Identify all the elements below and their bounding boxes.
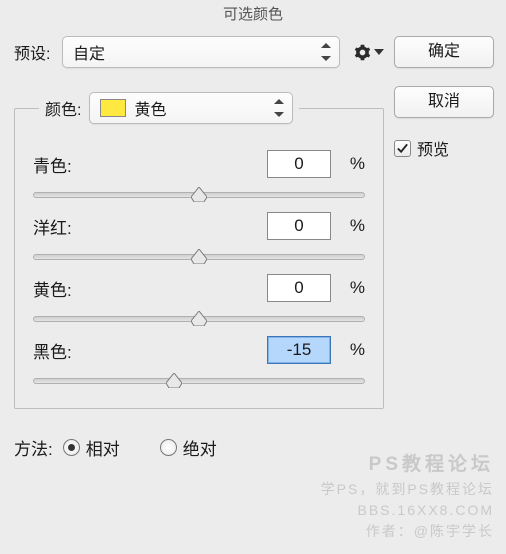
watermark: PS教程论坛 学PS，就到PS教程论坛 BBS.16XX8.COM 作者：@陈宇… [321,451,494,543]
color-swatch [100,99,126,117]
cyan-slider[interactable] [33,188,365,202]
black-input[interactable]: -15 [267,336,331,364]
method-label: 方法: [14,435,53,460]
yellow-label: 黄色: [33,276,97,301]
radio-off-icon [160,439,177,456]
colors-label: 颜色: [45,96,81,120]
slider-magenta: 洋红: 0 % [33,212,365,264]
preset-label: 预设: [14,40,62,64]
cyan-label: 青色: [33,152,97,177]
colors-group: 颜色: 黄色 青色: 0 % 洋红 [14,92,384,409]
method-relative-label: 相对 [86,435,120,460]
radio-on-icon [63,439,80,456]
triangle-down-icon [374,49,384,55]
yellow-slider[interactable] [33,312,365,326]
black-slider[interactable] [33,374,365,388]
chevrons-icon [321,41,331,63]
ok-button[interactable]: 确定 [394,36,494,68]
yellow-input[interactable]: 0 [267,274,331,302]
preset-menu-button[interactable] [354,44,384,61]
checkbox-checked-icon [394,140,411,157]
magenta-label: 洋红: [33,214,97,239]
black-label: 黑色: [33,338,97,363]
preview-label: 预览 [417,136,449,160]
magenta-input[interactable]: 0 [267,212,331,240]
gear-icon [354,44,371,61]
color-value: 黄色 [134,96,166,120]
cancel-button[interactable]: 取消 [394,86,494,118]
preview-checkbox[interactable]: 预览 [394,136,494,160]
colors-legend: 颜色: 黄色 [39,92,299,124]
slider-yellow: 黄色: 0 % [33,274,365,326]
cyan-input[interactable]: 0 [267,150,331,178]
percent-label: % [341,216,365,236]
preset-value: 自定 [73,40,105,64]
dialog-title: 可选颜色 [0,0,506,30]
slider-black: 黑色: -15 % [33,336,365,388]
slider-cyan: 青色: 0 % [33,150,365,202]
percent-label: % [341,340,365,360]
percent-label: % [341,278,365,298]
method-absolute-option[interactable]: 绝对 [160,435,217,460]
method-absolute-label: 绝对 [183,435,217,460]
magenta-slider[interactable] [33,250,365,264]
color-dropdown[interactable]: 黄色 [89,92,293,124]
preset-dropdown[interactable]: 自定 [62,36,340,68]
chevrons-icon [274,97,284,119]
percent-label: % [341,154,365,174]
method-relative-option[interactable]: 相对 [63,435,120,460]
